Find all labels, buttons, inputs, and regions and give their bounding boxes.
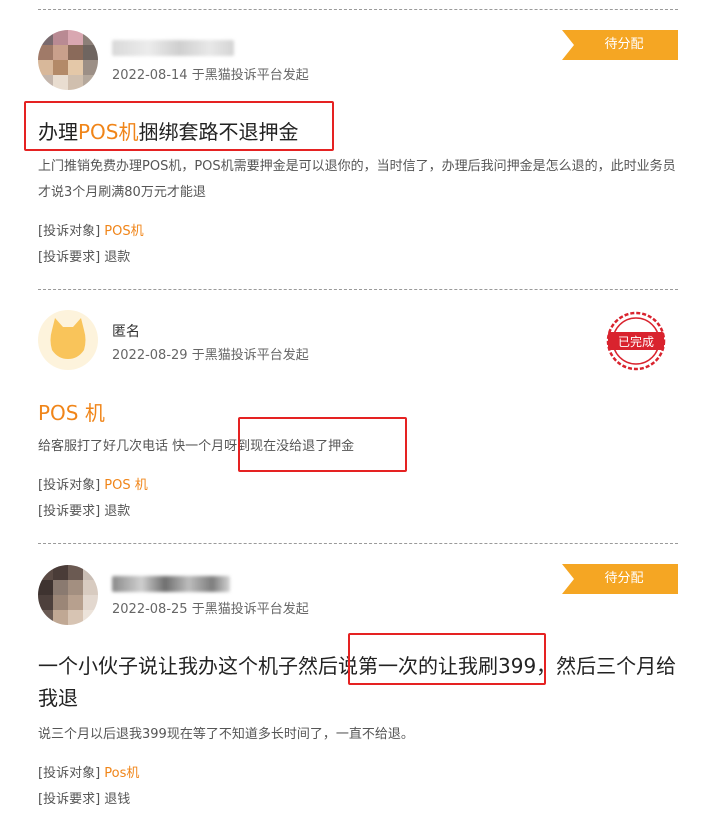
complaint-request: [投诉要求] 退款 bbox=[38, 250, 131, 265]
target-link[interactable]: POS机 bbox=[104, 224, 143, 239]
divider bbox=[38, 9, 678, 10]
status-badge: 已完成 bbox=[618, 334, 654, 349]
divider bbox=[38, 543, 678, 544]
target-link[interactable]: Pos机 bbox=[104, 766, 139, 781]
username-blurred bbox=[112, 40, 234, 56]
annotation-box bbox=[348, 633, 546, 685]
post-date: 2022-08-14 于黑猫投诉平台发起 bbox=[112, 68, 309, 83]
target-link[interactable]: POS 机 bbox=[104, 478, 147, 493]
complaint-target: [投诉对象] POS机 bbox=[38, 224, 144, 239]
avatar[interactable] bbox=[38, 30, 98, 90]
divider bbox=[38, 289, 678, 290]
complaint-target: [投诉对象] Pos机 bbox=[38, 766, 140, 781]
avatar[interactable] bbox=[38, 310, 98, 370]
username-blurred bbox=[112, 576, 230, 592]
completed-stamp-icon: 已完成 bbox=[606, 311, 666, 371]
post-date: 2022-08-29 于黑猫投诉平台发起 bbox=[112, 348, 309, 363]
complaint-request: [投诉要求] 退款 bbox=[38, 504, 131, 519]
post-date: 2022-08-25 于黑猫投诉平台发起 bbox=[112, 602, 309, 617]
complaint-request: [投诉要求] 退钱 bbox=[38, 792, 131, 807]
annotation-box bbox=[238, 417, 407, 472]
avatar[interactable] bbox=[38, 565, 98, 625]
complaint-description: 说三个月以后退我399现在等了不知道多长时间了，一直不给退。 bbox=[38, 727, 414, 742]
status-badge: 待分配 bbox=[562, 564, 678, 594]
annotation-box bbox=[24, 101, 334, 151]
complaint-target: [投诉对象] POS 机 bbox=[38, 478, 148, 493]
cat-icon bbox=[50, 318, 86, 359]
complaint-description: 上门推销免费办理POS机，POS机需要押金是可以退你的，当时信了，办理后我问押金… bbox=[38, 159, 676, 200]
username: 匿名 bbox=[112, 324, 140, 340]
complaint-title[interactable]: POS 机 bbox=[38, 397, 105, 426]
status-badge: 待分配 bbox=[562, 30, 678, 60]
